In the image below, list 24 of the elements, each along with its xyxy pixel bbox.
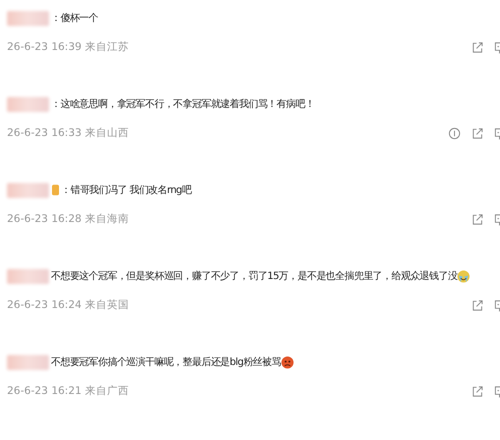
timestamp-location: 26-6-23 16:21 来自广西 xyxy=(7,384,129,398)
emoji-icon xyxy=(280,356,294,368)
comment-text: ：傻杯一个 xyxy=(51,12,98,25)
comment-text: 不想要这个冠军，但是奖杯巡回，赚了不少了，罚了15万，是不是也全揣兜里了，给观众退钱了没 xyxy=(51,270,458,283)
timestamp-location: 26-6-23 16:28 来自海南 xyxy=(7,212,129,226)
comment-text: 不想要冠军你搞个巡演干嘛呢，整最后还是blg粉丝被骂 xyxy=(51,356,281,369)
share-icon[interactable] xyxy=(471,40,484,54)
share-icon[interactable] xyxy=(471,126,484,140)
blurred-username xyxy=(7,182,49,198)
timestamp-location: 26-6-23 16:24 来自英国 xyxy=(7,298,129,312)
share-icon[interactable] xyxy=(471,384,484,398)
badge-icon xyxy=(52,184,59,196)
timestamp-location: 26-6-23 16:33 来自山西 xyxy=(7,126,129,140)
blurred-username xyxy=(7,268,49,284)
blurred-username xyxy=(7,96,49,112)
emoji-icon xyxy=(457,270,470,282)
share-icon[interactable] xyxy=(471,298,484,312)
timestamp-location: 26-6-23 16:39 来自江苏 xyxy=(7,40,129,54)
share-icon[interactable] xyxy=(471,212,484,226)
blurred-username xyxy=(7,354,49,370)
comment-text: ：这啥意思啊，拿冠军不行，不拿冠军就逮着我们骂！有病吧！ xyxy=(51,98,314,111)
blurred-username xyxy=(7,10,49,26)
comment-text: ：错哥我们冯了 我们改名rng吧 xyxy=(61,184,192,197)
info-icon[interactable] xyxy=(448,126,461,140)
